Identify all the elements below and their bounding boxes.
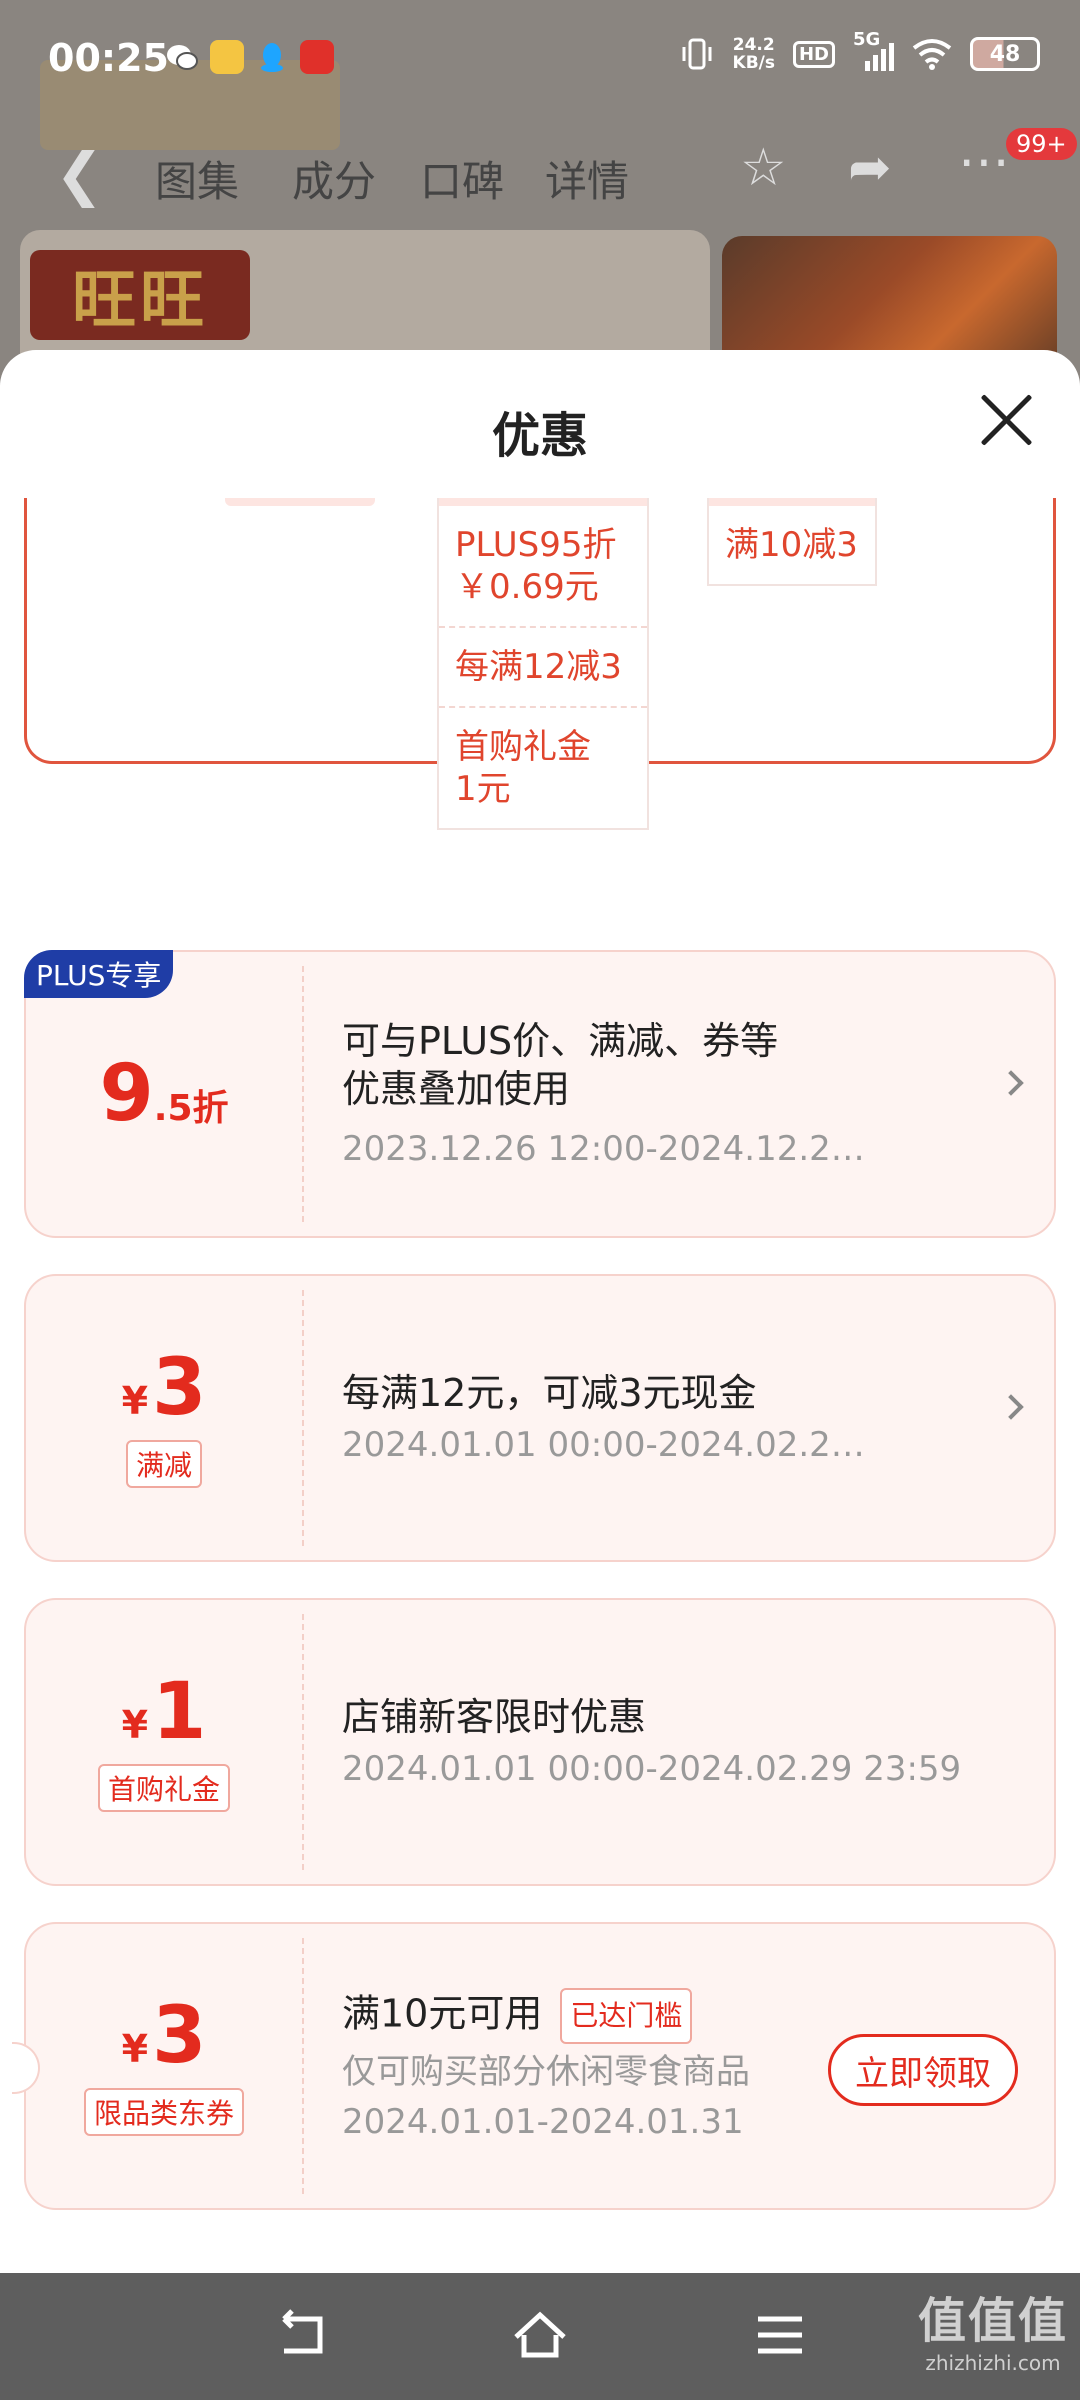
watermark-url: zhizhizhi.com: [925, 2351, 1061, 2375]
coupon-value: ¥ 1 首购礼金: [26, 1600, 302, 1884]
menu-icon[interactable]: [750, 2305, 810, 2365]
coupon-desc: 仅可购买部分休闲零食商品: [342, 2052, 750, 2092]
coupon-card-plus[interactable]: PLUS专享 9 .5折 可与PLUS价、满减、券等 优惠叠加使用 2023.1…: [24, 950, 1056, 1238]
coupon-type-tag: 首购礼金: [97, 1764, 230, 1812]
coupon-title: 可与PLUS价、满减、券等 优惠叠加使用: [342, 1019, 779, 1111]
promotion-sheet: 优惠 PLUS95折 ￥0.69元 每满12减3 首购礼金 1元 满10减3 P…: [0, 350, 1080, 2273]
coupon-title: 满10元可用: [342, 1991, 543, 2036]
coupon-title: 店铺新客限时优惠: [342, 1695, 647, 1739]
star-icon[interactable]: ☆: [740, 138, 787, 198]
currency-symbol: ¥: [121, 1703, 149, 1747]
vibrate-icon: [682, 38, 712, 70]
promotion-summary: PLUS95折 ￥0.69元 每满12减3 首购礼金 1元 满10减3: [24, 498, 1056, 830]
coupon-amount: 3: [152, 1991, 207, 2081]
net-speed: 24.2 KB/s: [733, 36, 775, 72]
coupon-period: 2024.01.01-2024.01.31: [342, 2102, 744, 2142]
system-nav-bar: 值值值 zhizhizhi.com: [0, 2273, 1080, 2400]
coupon-period: 2024.01.01 00:00-2024.02.2…: [342, 1425, 865, 1465]
coupon-title-row: 满10元可用 已达门槛: [342, 1988, 774, 2044]
summary-cell-coupon: 满10减3: [725, 525, 858, 565]
summary-cell-full-reduction: 每满12减3: [439, 628, 647, 708]
summary-column-product: PLUS95折 ￥0.69元 每满12减3 首购礼金 1元: [437, 498, 649, 830]
summary-column-coupon: 满10减3: [707, 498, 877, 586]
coupon-amount: 9: [99, 1049, 154, 1139]
card-divider: [302, 1614, 304, 1870]
status-indicators: 24.2 KB/s HD 5G 48: [679, 29, 1040, 72]
card-divider: [302, 1938, 304, 2194]
coupon-info: 店铺新客限时优惠 2024.01.01 00:00-2024.02.29 23:…: [342, 1600, 994, 1884]
net-speed-value: 24.2: [732, 35, 775, 55]
currency-symbol: ¥: [121, 1379, 149, 1423]
watermark: 值值值 zhizhizhi.com: [918, 2281, 1068, 2375]
watermark-logo: 值值值: [917, 2293, 1068, 2349]
tab-ingredients[interactable]: 成分: [292, 148, 376, 209]
summary-cell-first-purchase: 首购礼金 1元: [455, 727, 591, 809]
cart-badge: 99+: [1006, 128, 1077, 160]
wifi-icon: [912, 39, 952, 70]
signal-icon: 5G: [853, 29, 894, 71]
card-divider: [302, 1290, 304, 1546]
claim-now-button[interactable]: 立即领取: [828, 2034, 1018, 2106]
chevron-right-icon[interactable]: [998, 1070, 1024, 1096]
qq-icon: [255, 40, 289, 74]
summary-column-stub: [225, 498, 375, 506]
chevron-right-icon[interactable]: [998, 1394, 1024, 1420]
status-bar: 00:25 24.2 KB/s HD 5G 48: [0, 0, 1080, 118]
coupon-type-tag: 满减: [125, 1440, 202, 1488]
more-icon[interactable]: ⋯: [958, 132, 1010, 192]
network-type: 5G: [853, 29, 881, 50]
sheet-title: 优惠: [491, 408, 588, 464]
coupon-amount-suffix: .5折: [153, 1088, 229, 1129]
brand-logo: 旺旺: [30, 250, 250, 340]
coupon-info: 每满12元，可减3元现金 2024.01.01 00:00-2024.02.2…: [342, 1276, 994, 1560]
coupon-amount: 1: [152, 1667, 207, 1757]
coupon-value: ¥ 3 限品类东券: [26, 1924, 302, 2208]
currency-symbol: ¥: [121, 2027, 149, 2071]
tab-reviews[interactable]: 口碑: [420, 148, 504, 209]
threshold-reached-tag: 已达门槛: [560, 1988, 693, 2044]
hd-badge: HD: [792, 40, 835, 68]
tab-gallery[interactable]: 图集: [155, 148, 239, 209]
back-gesture-icon[interactable]: [272, 2305, 332, 2365]
coupon-info: 满10元可用 已达门槛 仅可购买部分休闲零食商品 2024.01.01-2024.…: [342, 1924, 774, 2208]
card-divider: [302, 966, 304, 1222]
home-icon[interactable]: [510, 2305, 570, 2365]
coupon-amount: 3: [152, 1343, 207, 1433]
coupon-value: ¥ 3 满减: [26, 1276, 302, 1560]
taote-icon: [300, 40, 334, 74]
coupon-type-tag: 限品类东券: [83, 2088, 244, 2136]
coupon-value: 9 .5折: [26, 952, 302, 1236]
coupon-card-full-reduction[interactable]: ¥ 3 满减 每满12元，可减3元现金 2024.01.01 00:00-202…: [24, 1274, 1056, 1562]
coupon-card-category: ¥ 3 限品类东券 满10元可用 已达门槛 仅可购买部分休闲零食商品 2024.0…: [12, 1922, 1056, 2210]
close-icon[interactable]: [976, 390, 1036, 450]
coupon-card-first-purchase: ¥ 1 首购礼金 店铺新客限时优惠 2024.01.01 00:00-2024.…: [24, 1598, 1056, 1886]
product-nav-bar: ❮ 图集 成分 口碑 详情 ☆ ➦ ⋯: [0, 118, 1080, 228]
battery-icon: 48: [970, 37, 1040, 71]
back-icon[interactable]: ❮: [55, 140, 104, 208]
coupon-title: 每满12元，可减3元现金: [342, 1371, 757, 1415]
summary-cell-plus: PLUS95折 ￥0.69元: [439, 506, 647, 628]
net-speed-unit: KB/s: [732, 53, 775, 73]
status-time: 00:25: [48, 36, 169, 80]
tab-details[interactable]: 详情: [545, 148, 629, 209]
wechat-icon: [165, 40, 199, 74]
share-icon[interactable]: ➦: [848, 138, 892, 198]
coupon-info: 可与PLUS价、满减、券等 优惠叠加使用 2023.12.26 12:00-20…: [342, 952, 994, 1236]
coupon-period: 2024.01.01 00:00-2024.02.29 23:59: [342, 1749, 962, 1789]
app-notification-icon: [210, 40, 244, 74]
coupon-period: 2023.12.26 12:00-2024.12.2…: [342, 1129, 865, 1169]
